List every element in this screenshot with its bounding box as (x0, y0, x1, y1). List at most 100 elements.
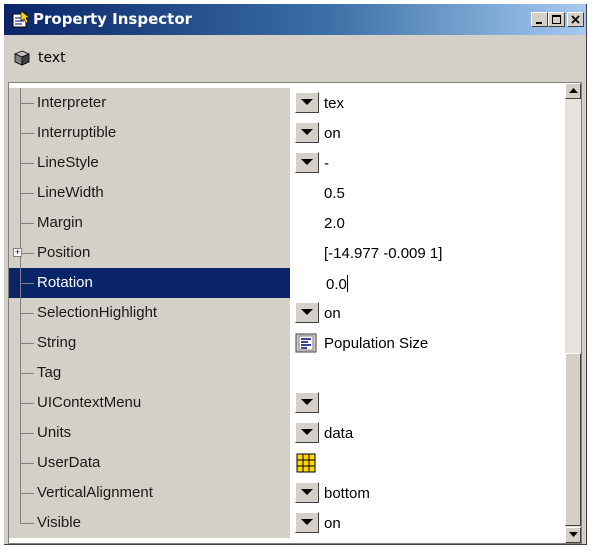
property-name: LineWidth (37, 184, 104, 201)
property-row[interactable]: Interpreter tex (9, 88, 565, 118)
property-row[interactable]: Interruptible on (9, 118, 565, 148)
minimize-button[interactable] (531, 12, 548, 27)
property-dropdown-button[interactable] (295, 122, 319, 143)
tree-branch (20, 403, 34, 404)
property-name: LineStyle (37, 154, 99, 171)
maximize-icon (552, 15, 561, 24)
property-name-cell[interactable]: Tag (9, 358, 290, 388)
close-icon (571, 15, 580, 24)
property-dropdown-button[interactable] (295, 422, 319, 443)
chevron-down-icon (301, 489, 313, 495)
property-name-cell[interactable]: Units (9, 418, 290, 448)
property-value[interactable]: 2.0 (324, 215, 345, 232)
tree-branch (20, 223, 34, 224)
text-editor-icon[interactable] (295, 333, 317, 353)
title-bar[interactable]: Property Inspector (4, 4, 586, 35)
property-row[interactable]: UserData (9, 448, 565, 478)
object-type-label: text (38, 50, 66, 66)
property-dropdown-button[interactable] (295, 302, 319, 323)
property-value: tex (324, 95, 345, 112)
property-row[interactable]: String Population Size (9, 328, 565, 358)
property-value: bottom (324, 485, 370, 502)
property-name-cell[interactable]: + Position (9, 238, 290, 268)
tree-branch (20, 133, 34, 134)
property-row[interactable]: VerticalAlignment bottom (9, 478, 565, 508)
scroll-up-button[interactable] (565, 83, 581, 99)
property-name-cell[interactable]: Interpreter (9, 88, 290, 118)
property-name-cell[interactable]: Margin (9, 208, 290, 238)
chevron-down-icon (301, 519, 313, 525)
chevron-down-icon (301, 99, 313, 105)
property-name: Rotation (37, 274, 93, 291)
property-row[interactable]: Margin 2.0 (9, 208, 565, 238)
property-dropdown-button[interactable] (295, 152, 319, 173)
tree-branch (20, 103, 34, 104)
property-row[interactable]: + Position [-14.977 -0.009 1] (9, 238, 565, 268)
tree-branch (20, 523, 34, 524)
property-value[interactable]: 0.5 (324, 185, 345, 202)
property-dropdown-button[interactable] (295, 92, 319, 113)
arrow-up-icon (569, 88, 578, 93)
scrollbar-thumb[interactable] (565, 353, 581, 526)
tree-branch (20, 283, 34, 284)
property-name-cell[interactable]: LineWidth (9, 178, 290, 208)
property-name: UIContextMenu (37, 394, 142, 411)
tree-branch (20, 343, 34, 344)
tree-branch (20, 433, 34, 434)
property-name: Interruptible (37, 124, 117, 141)
minimize-icon (536, 22, 542, 24)
property-value: 0.0 (326, 276, 347, 293)
property-row[interactable]: Tag (9, 358, 565, 388)
property-row[interactable]: LineWidth 0.5 (9, 178, 565, 208)
property-dropdown-button[interactable] (295, 482, 319, 503)
property-row[interactable]: Visible on (9, 508, 565, 538)
tree-branch (20, 313, 34, 314)
property-name: VerticalAlignment (37, 484, 153, 501)
property-name-cell[interactable]: Interruptible (9, 118, 290, 148)
property-name-cell[interactable]: LineStyle (9, 148, 290, 178)
property-value: on (324, 515, 341, 532)
property-row[interactable]: SelectionHighlight on (9, 298, 565, 328)
property-row[interactable]: Rotation 0.0 (9, 268, 565, 298)
tree-branch (20, 163, 34, 164)
property-name-cell[interactable]: VerticalAlignment (9, 478, 290, 508)
property-name: SelectionHighlight (37, 304, 158, 321)
property-name: Units (37, 424, 72, 441)
property-name-cell[interactable]: String (9, 328, 290, 358)
tree-branch (20, 493, 34, 494)
property-value: Population Size (324, 335, 429, 352)
property-value: - (324, 155, 329, 172)
close-button[interactable] (567, 12, 584, 27)
property-name-cell[interactable]: Rotation (9, 268, 290, 298)
arrow-down-icon (569, 532, 578, 537)
property-dropdown-button[interactable] (295, 512, 319, 533)
property-name: String (37, 334, 77, 351)
property-inspector-app-icon (12, 11, 30, 28)
property-inspector-window: Property Inspector text Interpreter tex In… (4, 4, 587, 545)
property-name: UserData (37, 454, 101, 471)
matrix-grid-icon[interactable] (295, 453, 317, 473)
property-name-cell[interactable]: Visible (9, 508, 290, 538)
vertical-scrollbar[interactable] (565, 83, 581, 543)
maximize-button[interactable] (548, 12, 565, 27)
property-name: Margin (37, 214, 83, 231)
tree-branch (20, 463, 34, 464)
property-grid: Interpreter tex Interruptible on LineStyle - L… (8, 82, 582, 544)
property-name-cell[interactable]: UIContextMenu (9, 388, 290, 418)
property-dropdown-button[interactable] (295, 392, 319, 413)
chevron-down-icon (301, 159, 313, 165)
property-row[interactable]: LineStyle - (9, 148, 565, 178)
property-value[interactable]: [-14.977 -0.009 1] (324, 245, 442, 262)
window-title: Property Inspector (33, 10, 193, 28)
property-value-input[interactable]: 0.0 (321, 270, 561, 296)
property-name-cell[interactable]: SelectionHighlight (9, 298, 290, 328)
tree-line (20, 508, 21, 524)
property-value: data (324, 425, 354, 442)
property-row[interactable]: UIContextMenu (9, 388, 565, 418)
object-cube-icon (14, 50, 30, 66)
property-name-cell[interactable]: UserData (9, 448, 290, 478)
scroll-down-button[interactable] (565, 527, 581, 543)
chevron-down-icon (301, 429, 313, 435)
expand-plus-icon[interactable]: + (13, 248, 22, 257)
property-row[interactable]: Units data (9, 418, 565, 448)
